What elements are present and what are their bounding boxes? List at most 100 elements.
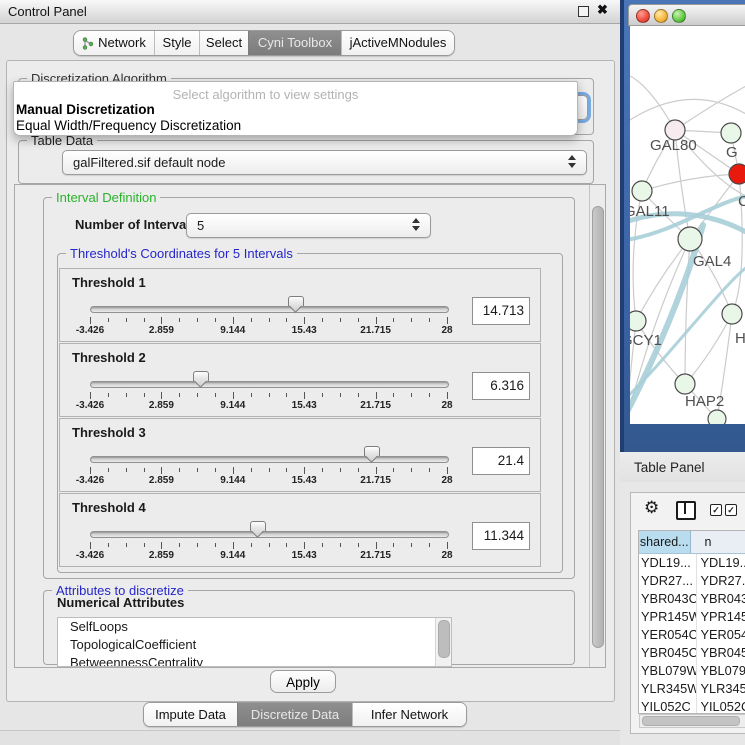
cell-name[interactable]: YIL052C bbox=[697, 698, 745, 714]
network-icon bbox=[82, 37, 94, 50]
cell-name[interactable]: YDL19... bbox=[697, 554, 745, 572]
cell-name[interactable]: YLR345W bbox=[697, 680, 745, 698]
checkbox-icon[interactable]: ✓ bbox=[725, 504, 737, 516]
threshold-value-field[interactable]: 6.316 bbox=[472, 372, 530, 400]
table-data-combobox[interactable]: galFiltered.sif default node bbox=[62, 150, 587, 175]
network-node-gal4[interactable] bbox=[678, 227, 702, 251]
threshold-slider-handle[interactable] bbox=[364, 446, 380, 456]
tab-select[interactable]: Select bbox=[199, 31, 248, 55]
bottom-strip bbox=[0, 730, 620, 745]
interval-definition-title: Interval Definition bbox=[52, 190, 160, 205]
cell-name[interactable]: YDR27... bbox=[697, 572, 745, 590]
network-node[interactable] bbox=[708, 410, 726, 424]
cell-shared-name[interactable]: YBL079W bbox=[639, 662, 697, 680]
table-row[interactable]: YBL079WYBL079W bbox=[639, 662, 745, 680]
network-node-label: C bbox=[738, 193, 745, 210]
attr-items: SelfLoopsTopologicalCoefficientBetweenne… bbox=[58, 618, 451, 667]
threshold-value-field[interactable]: 11.344 bbox=[472, 522, 530, 550]
cell-shared-name[interactable]: YIL052C bbox=[639, 698, 697, 714]
cell-shared-name[interactable]: YPR145W bbox=[639, 608, 697, 626]
threshold-slider-handle[interactable] bbox=[193, 371, 209, 381]
network-node-g[interactable] bbox=[721, 123, 741, 143]
minimize-traffic-light-icon[interactable] bbox=[654, 9, 668, 23]
checkbox-icon[interactable]: ✓ bbox=[710, 504, 722, 516]
tab-jactivemnodules[interactable]: jActiveMNodules bbox=[341, 31, 454, 55]
gear-icon[interactable]: ⚙ bbox=[644, 498, 659, 518]
network-node-h[interactable] bbox=[722, 304, 742, 324]
cell-name[interactable]: YBR043C bbox=[697, 590, 745, 608]
tab-style[interactable]: Style bbox=[154, 31, 199, 55]
threshold-slider-track[interactable] bbox=[90, 306, 449, 313]
table-row[interactable]: YPR145WYPR145W bbox=[639, 608, 745, 626]
cell-shared-name[interactable]: YER054C bbox=[639, 626, 697, 644]
thresholds-group-title: Threshold's Coordinates for 5 Intervals bbox=[66, 246, 297, 261]
apply-button[interactable]: Apply bbox=[270, 670, 336, 693]
network-view-canvas[interactable]: GAL80GCGAL11GAL4GCY1HHAP2 bbox=[630, 26, 745, 424]
table-panel-title: Table Panel bbox=[634, 460, 705, 475]
table-row[interactable]: YIL052CYIL052C bbox=[639, 698, 745, 714]
table-row[interactable]: YDR27...YDR27... bbox=[639, 572, 745, 590]
table-row[interactable]: YDL19...YDL19... bbox=[639, 554, 745, 572]
float-window-icon[interactable] bbox=[578, 6, 589, 17]
network-node-gcy1[interactable] bbox=[630, 311, 646, 331]
network-node-gal11[interactable] bbox=[632, 181, 652, 201]
threshold-slider-track[interactable] bbox=[90, 531, 449, 538]
slider-ticks bbox=[90, 392, 447, 400]
cell-shared-name[interactable]: YBR045C bbox=[639, 644, 697, 662]
slider-ticks bbox=[90, 467, 447, 475]
tab-impute-data[interactable]: Impute Data bbox=[144, 703, 237, 727]
cell-name[interactable]: YER054C bbox=[697, 626, 745, 644]
cell-name[interactable]: YBL079W bbox=[697, 662, 745, 680]
zoom-traffic-light-icon[interactable] bbox=[672, 9, 686, 23]
algorithm-popup-hint: Select algorithm to view settings bbox=[14, 87, 517, 102]
table-row[interactable]: YER054CYER054C bbox=[639, 626, 745, 644]
split-columns-icon[interactable] bbox=[676, 501, 696, 520]
column-header-shared-name[interactable]: shared... bbox=[639, 531, 691, 553]
cell-shared-name[interactable]: YLR345W bbox=[639, 680, 697, 698]
threshold-slider-handle[interactable] bbox=[250, 521, 266, 531]
close-icon[interactable]: ✖ bbox=[597, 2, 608, 18]
cell-name[interactable]: YBR045C bbox=[697, 644, 745, 662]
slider-tick-labels: -3.4262.8599.14415.4321.71528 bbox=[90, 550, 447, 562]
network-node-hap2[interactable] bbox=[675, 374, 695, 394]
table-horizontal-scrollbar[interactable] bbox=[639, 714, 745, 728]
numerical-attributes-header: Numerical Attributes bbox=[57, 595, 184, 610]
table-row[interactable]: YLR345WYLR345W bbox=[639, 680, 745, 698]
table-row[interactable]: YBR043CYBR043C bbox=[639, 590, 745, 608]
settings-vertical-scrollbar[interactable] bbox=[589, 185, 605, 667]
close-traffic-light-icon[interactable] bbox=[636, 9, 650, 23]
tab-network[interactable]: Network bbox=[74, 31, 154, 55]
cell-shared-name[interactable]: YBR043C bbox=[639, 590, 697, 608]
tab-network-label: Network bbox=[98, 31, 146, 55]
attribute-list-item[interactable]: BetweennessCentrality bbox=[58, 654, 451, 667]
network-node-c[interactable] bbox=[729, 164, 745, 184]
table-row[interactable]: YBR045CYBR045C bbox=[639, 644, 745, 662]
tab-cyni-toolbox[interactable]: Cyni Toolbox bbox=[248, 31, 341, 55]
attributes-list-scrollbar[interactable] bbox=[435, 618, 451, 666]
threshold-slider-track[interactable] bbox=[90, 456, 449, 463]
tab-infer-network[interactable]: Infer Network bbox=[352, 703, 466, 727]
column-header-name[interactable]: n bbox=[691, 531, 745, 553]
cell-name[interactable]: YPR145W bbox=[697, 608, 745, 626]
cell-shared-name[interactable]: YDL19... bbox=[639, 554, 697, 572]
slider-tick-labels: -3.4262.8599.14415.4321.71528 bbox=[90, 325, 447, 337]
cell-shared-name[interactable]: YDR27... bbox=[639, 572, 697, 590]
threshold-slider-track[interactable] bbox=[90, 381, 449, 388]
tab-discretize-data[interactable]: Discretize Data bbox=[237, 703, 352, 727]
algorithm-option-equal-width[interactable]: Equal Width/Frequency Discretization bbox=[16, 118, 241, 133]
number-of-intervals-value: 5 bbox=[197, 218, 204, 233]
attribute-list-item[interactable]: SelfLoops bbox=[58, 618, 451, 636]
threshold-value-field[interactable]: 21.4 bbox=[472, 447, 530, 475]
attribute-list-item[interactable]: TopologicalCoefficient bbox=[58, 636, 451, 654]
network-node-label: GAL4 bbox=[693, 253, 731, 270]
threshold-slider-handle[interactable] bbox=[288, 296, 304, 306]
threshold-box-4: Threshold 4-3.4262.8599.14415.4321.71528… bbox=[59, 493, 541, 567]
threshold-value-field[interactable]: 14.713 bbox=[472, 297, 530, 325]
algorithm-dropdown-popup: Select algorithm to view settings Manual… bbox=[13, 81, 578, 136]
algorithm-option-manual[interactable]: Manual Discretization bbox=[16, 102, 155, 117]
control-panel-title: Control Panel bbox=[8, 4, 87, 19]
number-of-intervals-combobox[interactable]: 5 bbox=[186, 213, 431, 238]
control-panel-titlebar bbox=[0, 0, 620, 24]
threshold-box-1: Threshold 1-3.4262.8599.14415.4321.71528… bbox=[59, 268, 541, 342]
bottom-tab-bar: Impute Data Discretize Data Infer Networ… bbox=[143, 702, 467, 727]
